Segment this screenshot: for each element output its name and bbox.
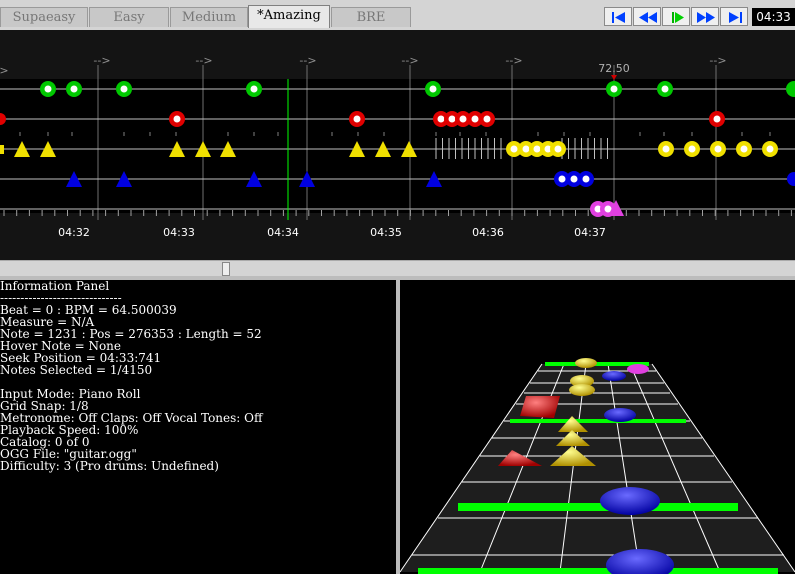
note-gem-center bbox=[70, 85, 78, 93]
yellow-note-3d bbox=[569, 384, 595, 396]
time-label: 04:33 bbox=[163, 226, 195, 239]
measure-bar bbox=[418, 568, 778, 574]
skip-to-start-icon bbox=[612, 12, 625, 23]
note-gem-center bbox=[554, 145, 562, 153]
note-gem-center bbox=[44, 85, 52, 93]
timeline-scrollbar[interactable] bbox=[0, 260, 795, 276]
note-gem-center bbox=[662, 145, 670, 153]
tempo-marker: --> bbox=[401, 54, 418, 67]
measure-bar bbox=[510, 419, 686, 423]
current-time-readout: 04:33 bbox=[752, 8, 795, 26]
note-gem-center bbox=[459, 115, 467, 123]
rewind-button[interactable] bbox=[633, 7, 661, 26]
play-icon bbox=[672, 12, 684, 23]
time-label: 04:35 bbox=[370, 226, 402, 239]
scrollbar-thumb[interactable] bbox=[222, 262, 230, 276]
note-gem-center bbox=[353, 115, 361, 123]
tempo-marker: > bbox=[0, 64, 9, 77]
note-gem-center bbox=[533, 145, 541, 153]
3d-preview bbox=[400, 280, 795, 574]
note-gem-center bbox=[661, 85, 669, 93]
time-label: 04:36 bbox=[472, 226, 504, 239]
rewind-icon bbox=[639, 12, 657, 23]
tempo-marker: --> bbox=[709, 54, 726, 67]
tempo-marker: --> bbox=[505, 54, 522, 67]
highway-surface bbox=[400, 364, 795, 572]
note-gem-center bbox=[570, 175, 578, 183]
note-highway-2d[interactable]: --> --> --> --> --> --> > 72.50 04:32 04:33 04:3… bbox=[0, 30, 795, 260]
fast-forward-icon bbox=[697, 12, 715, 23]
tab-medium[interactable]: Medium bbox=[170, 7, 248, 27]
info-line-selected: Notes Selected = 1/4150 bbox=[0, 363, 153, 377]
time-label: 04:32 bbox=[58, 226, 90, 239]
3d-highway bbox=[400, 358, 795, 574]
tab-amazing[interactable]: *Amazing bbox=[248, 5, 330, 28]
note-gem-center bbox=[582, 175, 590, 183]
information-panel: Information Panel ----------------------… bbox=[0, 280, 396, 574]
note-gem-center bbox=[766, 145, 774, 153]
fast-forward-button[interactable] bbox=[691, 7, 719, 26]
pink-note-3d bbox=[627, 364, 649, 374]
note-gem-center bbox=[471, 115, 479, 123]
blue-note-3d bbox=[600, 487, 660, 515]
note-triangle bbox=[0, 145, 4, 154]
note-gem-center bbox=[714, 145, 722, 153]
info-line-difficulty: Difficulty: 3 (Pro drums: Undefined) bbox=[0, 459, 219, 473]
note-gem-center bbox=[522, 145, 530, 153]
top-toolbar: Supaeasy Easy Medium *Amazing BRE 04:33 bbox=[0, 0, 795, 30]
tempo-marker: --> bbox=[299, 54, 316, 67]
note-gem-center bbox=[173, 115, 181, 123]
blue-note-3d bbox=[604, 408, 636, 422]
note-gem-center bbox=[250, 85, 258, 93]
bpm-marker-label: 72.50 bbox=[598, 62, 630, 75]
note-editor[interactable]: --> --> --> --> --> --> > 72.50 04:32 04:33 04:3… bbox=[0, 30, 795, 260]
note-gem-center bbox=[437, 115, 445, 123]
yellow-note-3d bbox=[575, 358, 597, 368]
note-gem-center bbox=[448, 115, 456, 123]
blue-note-3d bbox=[602, 371, 626, 381]
note-gem-center bbox=[510, 145, 518, 153]
skip-to-start-button[interactable] bbox=[604, 7, 632, 26]
note-gem-center bbox=[558, 175, 566, 183]
play-button[interactable] bbox=[662, 7, 690, 26]
skip-to-end-button[interactable] bbox=[720, 7, 748, 26]
note-gem-center bbox=[120, 85, 128, 93]
tempo-marker: --> bbox=[195, 54, 212, 67]
note-gem-center bbox=[713, 115, 721, 123]
measure-bar bbox=[458, 503, 738, 511]
note-gem-center bbox=[483, 115, 491, 123]
note-gem-center bbox=[610, 85, 618, 93]
time-label: 04:34 bbox=[267, 226, 299, 239]
note-gem-center bbox=[688, 145, 696, 153]
tab-bre[interactable]: BRE bbox=[331, 7, 411, 27]
note-gem-center bbox=[429, 85, 437, 93]
note-gem-center bbox=[740, 145, 748, 153]
tab-easy[interactable]: Easy bbox=[89, 7, 169, 27]
tempo-marker: --> bbox=[93, 54, 110, 67]
time-label: 04:37 bbox=[574, 226, 606, 239]
skip-to-end-icon bbox=[729, 12, 742, 23]
red-sustain-note-3d bbox=[520, 396, 560, 418]
tab-supaeasy[interactable]: Supaeasy bbox=[0, 7, 88, 27]
